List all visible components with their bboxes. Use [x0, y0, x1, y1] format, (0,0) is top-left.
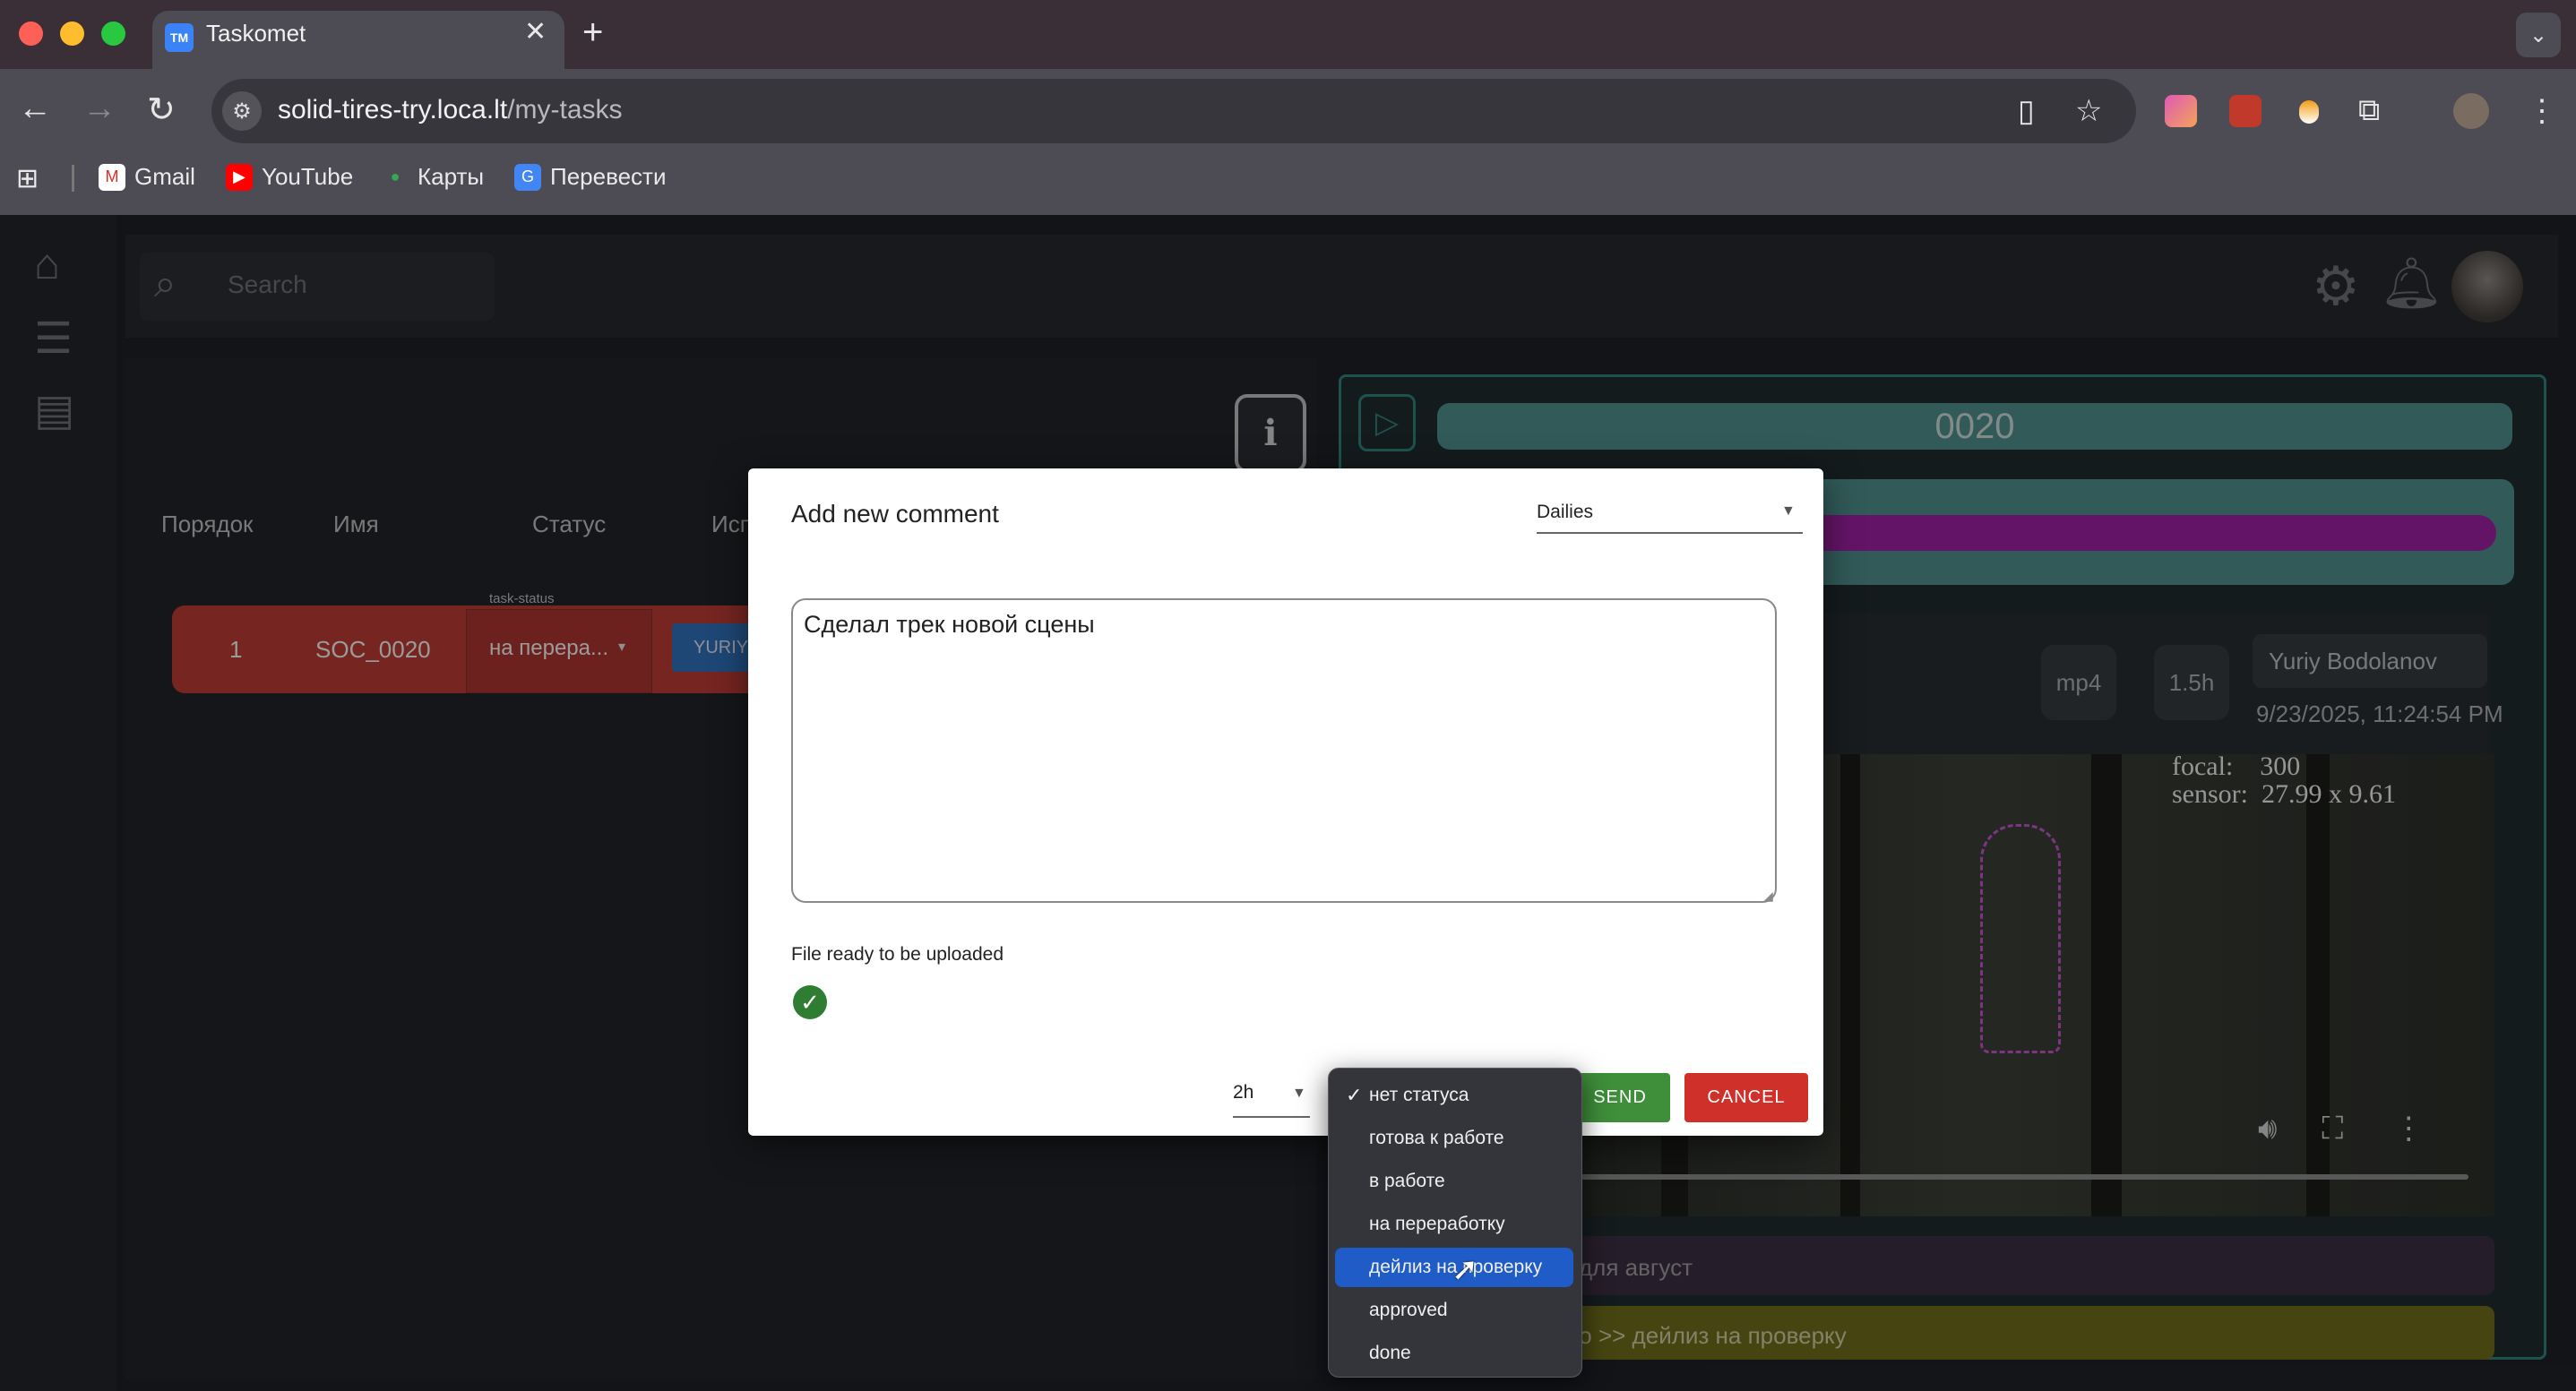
close-window-button[interactable] — [19, 21, 43, 46]
minimize-window-button[interactable] — [60, 21, 84, 46]
bookmark-gmail[interactable]: M Gmail — [99, 163, 195, 191]
checkmark-icon: ✓ — [1346, 1084, 1363, 1106]
browser-menu-icon[interactable]: ⋮ — [2527, 93, 2557, 129]
reload-icon[interactable]: ↻ — [147, 90, 176, 130]
apps-grid-icon[interactable]: ⊞ — [16, 163, 39, 194]
maps-icon: ● — [390, 167, 401, 185]
mouse-cursor-icon: ➚ — [1452, 1250, 1479, 1287]
check-circle-icon: ✓ — [793, 985, 827, 1019]
file-status-text: File ready to be uploaded — [791, 944, 1004, 965]
extension-icon[interactable] — [2165, 95, 2197, 127]
status-option[interactable]: done — [1335, 1334, 1573, 1373]
translate-icon: G — [514, 163, 541, 191]
modal-title: Add new comment — [791, 500, 999, 528]
bookmark-youtube[interactable]: ▶ YouTube — [226, 163, 353, 191]
comment-category-select[interactable]: Dailies — [1537, 502, 1803, 534]
forward-icon[interactable]: → — [82, 90, 116, 128]
status-option[interactable]: готова к работе — [1335, 1119, 1573, 1158]
url-text[interactable]: solid-tires-try.loca.lt/my-tasks — [278, 95, 623, 125]
status-option[interactable]: в работе — [1335, 1162, 1573, 1201]
site-info-icon[interactable]: ⚙ — [222, 91, 262, 131]
tab-title: Taskomet — [206, 20, 306, 47]
send-button[interactable]: SEND — [1570, 1073, 1670, 1122]
profile-avatar[interactable] — [2453, 93, 2489, 129]
back-icon[interactable]: ← — [18, 90, 52, 128]
status-option[interactable]: ✓ нет статуса — [1335, 1076, 1573, 1115]
page-icon[interactable]: ▯ — [2018, 93, 2035, 129]
tab-search-chevron-icon[interactable]: ⌄ — [2516, 13, 2561, 57]
comment-textarea[interactable]: Сделал трек новой сцены — [791, 598, 1777, 903]
bookmark-star-icon[interactable]: ☆ — [2075, 93, 2102, 129]
cancel-button[interactable]: CANCEL — [1684, 1073, 1808, 1122]
new-tab-icon[interactable]: + — [582, 13, 603, 53]
bookmark-maps[interactable]: ● Карты — [382, 163, 485, 191]
bookmark-translate[interactable]: G Перевести — [514, 163, 666, 191]
status-option[interactable]: approved — [1335, 1291, 1573, 1330]
gmail-icon: M — [99, 163, 125, 191]
url-path: /my-tasks — [507, 95, 623, 125]
tab-favicon: TM — [165, 23, 194, 52]
close-tab-icon[interactable]: ✕ — [524, 16, 547, 47]
resize-handle-icon[interactable]: ◢ — [1763, 889, 1773, 904]
extension-icon[interactable] — [2299, 100, 2319, 124]
chevron-down-icon: ▼ — [1292, 1086, 1306, 1101]
bookmark-divider — [72, 165, 74, 192]
maximize-window-button[interactable] — [101, 21, 125, 46]
extension-icon[interactable] — [2229, 95, 2262, 127]
status-option[interactable]: на переработку — [1335, 1205, 1573, 1244]
chevron-down-icon: ▼ — [1781, 503, 1796, 519]
extensions-puzzle-icon[interactable]: ⧉ — [2358, 93, 2380, 128]
youtube-icon: ▶ — [226, 163, 253, 191]
url-host: solid-tires-try.loca.lt — [278, 95, 508, 125]
